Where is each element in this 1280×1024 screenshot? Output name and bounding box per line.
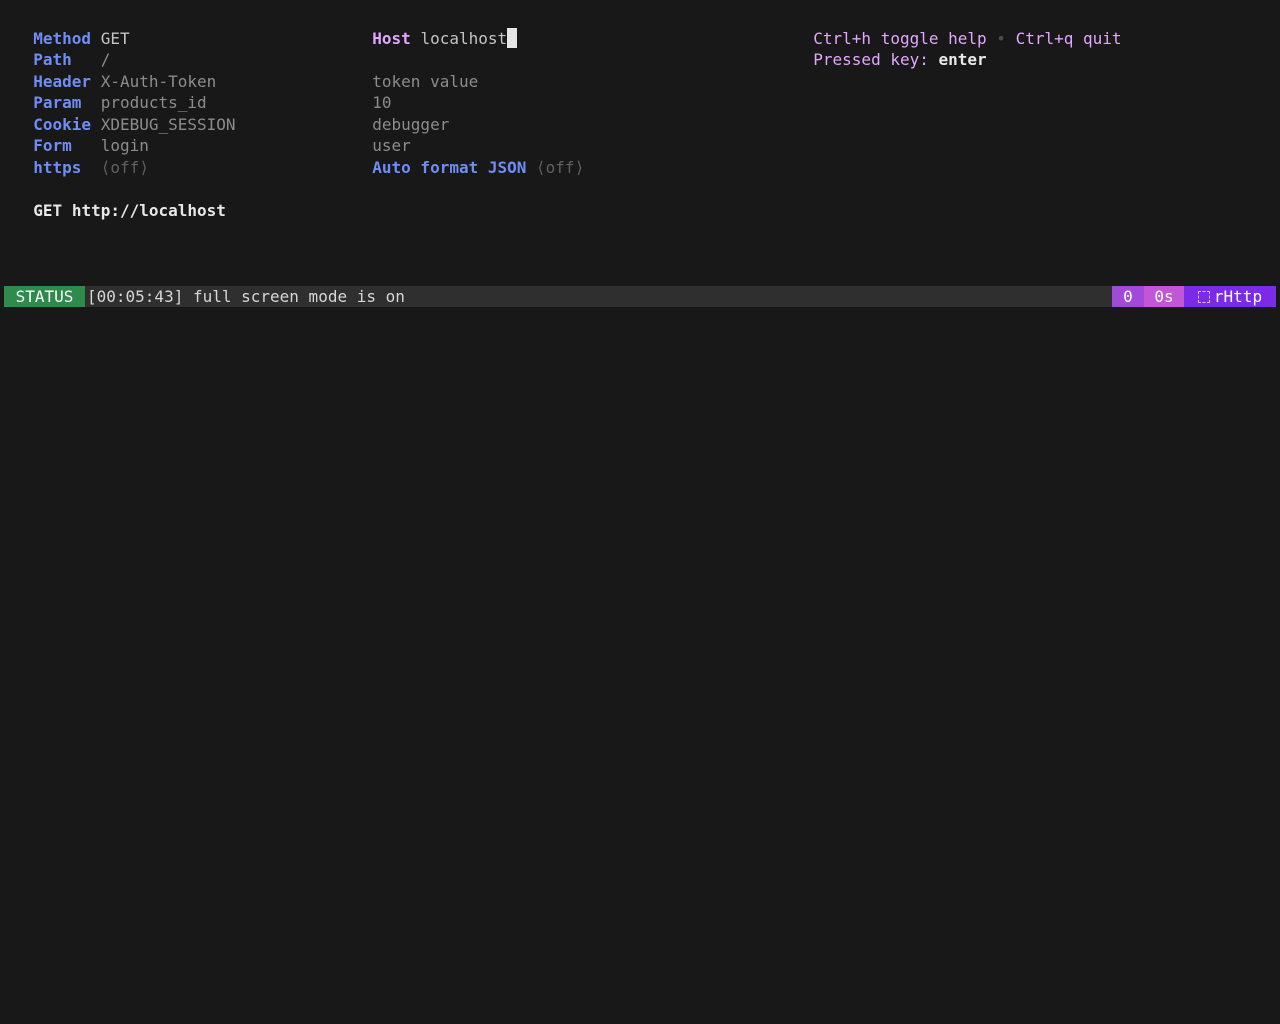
help-row: Ctrl+h toggle help • Ctrl+q quit: [794, 6, 1121, 48]
quit-hint: Ctrl+q quit: [1015, 28, 1122, 48]
host-label: Host: [372, 28, 411, 48]
param-row[interactable]: Param products_id: [14, 71, 206, 112]
form-row[interactable]: Form login: [14, 114, 149, 155]
app-name-badge: rHttp: [1184, 286, 1276, 307]
header-row[interactable]: Header X-Auth-Token: [14, 49, 216, 91]
param-value-row[interactable]: 10: [353, 71, 391, 112]
pressed-key-row: Pressed key: enter: [794, 28, 986, 69]
host-row[interactable]: Host localhost: [353, 6, 518, 48]
status-message: [00:05:43] full screen mode is on: [87, 287, 405, 306]
pressed-key-label: Pressed key:: [813, 50, 929, 69]
https-row[interactable]: https ⟨off⟩: [14, 135, 149, 177]
request-url-line: GET http://localhost: [14, 178, 226, 220]
method-row[interactable]: Method GET: [14, 6, 129, 48]
status-tag: STATUS: [4, 286, 85, 307]
help-separator: •: [996, 28, 1006, 48]
url-method: GET: [33, 200, 63, 220]
header-value-row[interactable]: token value: [353, 49, 478, 91]
cookie-value-row[interactable]: debugger: [353, 92, 449, 134]
elapsed-time-badge: 0s: [1144, 286, 1184, 307]
https-label: https: [33, 157, 82, 177]
path-row[interactable]: Path /: [14, 28, 110, 69]
text-cursor: [507, 27, 518, 48]
status-bar: STATUS [00:05:43] full screen mode is on…: [4, 286, 1276, 307]
host-input[interactable]: localhost: [420, 29, 507, 48]
auto-format-toggle[interactable]: ⟨off⟩: [536, 158, 584, 177]
auto-format-label: Auto format JSON: [372, 157, 527, 177]
url-value: http://localhost: [71, 200, 226, 220]
app-name: rHttp: [1213, 287, 1263, 306]
dashed-box-icon: [1197, 291, 1210, 303]
form-value-row[interactable]: user: [353, 114, 411, 155]
cookie-row[interactable]: Cookie XDEBUG_SESSION: [14, 92, 235, 134]
auto-format-row[interactable]: Auto format JSON ⟨off⟩: [353, 135, 584, 177]
pressed-key-value: enter: [938, 50, 987, 69]
https-toggle[interactable]: ⟨off⟩: [101, 158, 149, 177]
request-count-badge: 0: [1112, 286, 1144, 307]
